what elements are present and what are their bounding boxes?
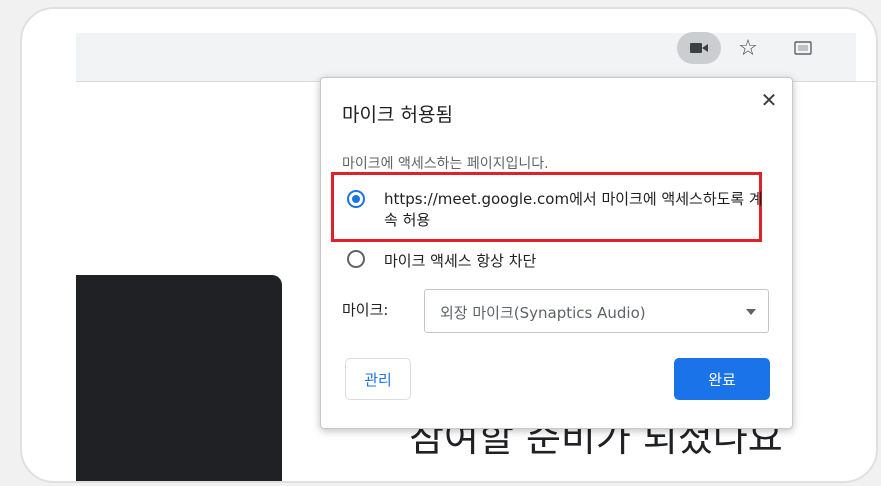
option-block-label[interactable]: 마이크 액세스 항상 차단 — [384, 250, 536, 271]
done-button[interactable]: 완료 — [674, 358, 770, 400]
video-preview — [76, 275, 282, 481]
popup-subtitle: 마이크에 액세스하는 페이지입니다. — [342, 156, 549, 172]
mic-select[interactable]: 외장 마이크(Synaptics Audio) — [424, 289, 769, 333]
extension-icon — [794, 40, 812, 59]
popup-title: 마이크 허용됨 — [342, 104, 453, 126]
radio-allow[interactable] — [347, 190, 365, 208]
extension-button[interactable] — [792, 40, 814, 58]
camera-indicator-button[interactable] — [677, 32, 721, 64]
mic-permission-popup: 마이크 허용됨 ✕ 마이크에 액세스하는 페이지입니다. https://mee… — [320, 77, 793, 429]
close-icon: ✕ — [760, 88, 778, 112]
bookmark-star-button[interactable]: ☆ — [733, 34, 763, 64]
manage-button[interactable]: 관리 — [345, 358, 411, 400]
option-allow-label[interactable]: https://meet.google.com에서 마이크에 액세스하도록 계속… — [384, 189, 764, 231]
mic-select-value: 외장 마이크(Synaptics Audio) — [440, 304, 646, 322]
dropdown-arrow-icon — [746, 309, 756, 315]
mic-label: 마이크: — [342, 301, 389, 319]
browser-window: ☆ 참여할 준비가 되셨나요 마이크 허용됨 ✕ 마이크에 액세스하는 페이지입… — [20, 7, 878, 483]
radio-block[interactable] — [347, 250, 365, 268]
close-button[interactable]: ✕ — [755, 86, 783, 114]
star-icon: ☆ — [738, 36, 758, 61]
video-camera-icon — [690, 39, 708, 58]
